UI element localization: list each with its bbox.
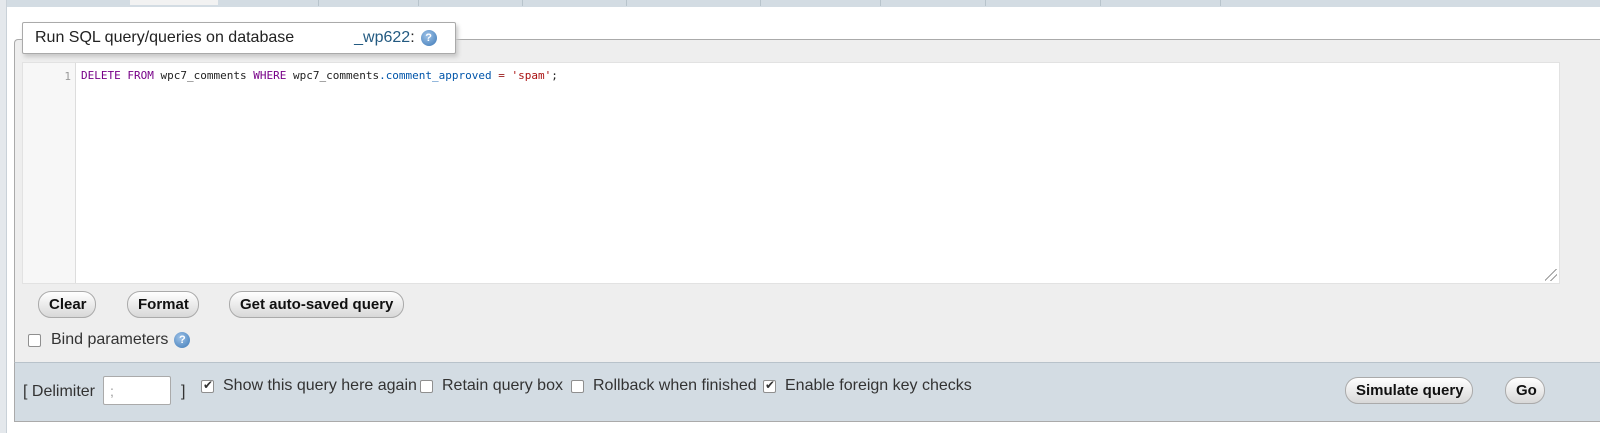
left-edge: [0, 0, 7, 433]
sql-column-name: comment_approved: [385, 69, 492, 82]
line-number-gutter: 1: [23, 63, 76, 283]
foreign-key-checks-checkbox[interactable]: [763, 378, 776, 393]
rollback-option[interactable]: Rollback when finished: [571, 377, 757, 395]
query-options-bar: [ Delimiter ] Show this query here again…: [14, 362, 1600, 422]
foreign-key-checks-label[interactable]: Enable foreign key checks: [785, 377, 972, 395]
tab-separator: [1100, 0, 1101, 6]
resize-grip-icon[interactable]: [1545, 269, 1557, 281]
active-tab-indicator: [130, 0, 218, 5]
sql-string-literal: 'spam': [511, 69, 552, 82]
get-auto-saved-query-button[interactable]: Get auto-saved query: [229, 291, 404, 318]
retain-query-box-option[interactable]: Retain query box: [420, 377, 563, 395]
rollback-label[interactable]: Rollback when finished: [593, 377, 757, 395]
sql-operator: =: [498, 69, 505, 82]
legend-title: Run SQL query/queries on database: [35, 29, 295, 46]
go-button[interactable]: Go: [1505, 377, 1545, 404]
sql-editor[interactable]: 1 DELETE FROM wpc7_comments WHERE wpc7_c…: [22, 62, 1560, 284]
sql-keyword: FROM: [127, 69, 154, 82]
bind-parameters-checkbox[interactable]: [28, 333, 41, 347]
sql-table-name: wpc7_comments: [160, 69, 247, 82]
show-query-option[interactable]: Show this query here again: [201, 377, 417, 395]
sql-keyword: WHERE: [253, 69, 287, 82]
bind-parameters-row: Bind parameters ?: [28, 330, 191, 350]
legend-colon: :: [410, 29, 415, 46]
tab-separator: [626, 0, 627, 6]
help-icon[interactable]: ?: [420, 30, 437, 46]
sql-keyword: DELETE: [81, 69, 121, 82]
clear-button[interactable]: Clear: [38, 291, 96, 318]
sql-table-qualifier: wpc7_comments: [292, 69, 380, 82]
show-query-checkbox[interactable]: [201, 378, 214, 393]
simulate-query-button[interactable]: Simulate query: [1345, 377, 1473, 404]
tab-separator: [418, 0, 419, 6]
retain-query-box-checkbox[interactable]: [420, 379, 433, 393]
foreign-key-checks-option[interactable]: Enable foreign key checks: [763, 377, 972, 395]
format-button[interactable]: Format: [127, 291, 199, 318]
database-name-link[interactable]: _wp622: [354, 29, 410, 47]
tab-separator: [880, 0, 881, 6]
help-icon[interactable]: ?: [174, 332, 191, 348]
delimiter-label-open: [ Delimiter: [23, 383, 96, 400]
tab-separator: [985, 0, 986, 6]
retain-query-box-label[interactable]: Retain query box: [442, 377, 563, 395]
sql-legend: Run SQL query/queries on database _wp622…: [22, 22, 456, 54]
show-query-label[interactable]: Show this query here again: [223, 377, 417, 395]
tab-separator: [1220, 0, 1221, 6]
delimiter-label-close: ]: [181, 383, 186, 400]
sql-semicolon: ;: [551, 69, 558, 82]
delimiter-input[interactable]: [103, 376, 171, 405]
tab-separator: [522, 0, 523, 6]
bind-parameters-label[interactable]: Bind parameters: [51, 331, 168, 349]
sql-dot: .: [379, 69, 386, 82]
line-number: 1: [64, 70, 71, 83]
sql-code-line[interactable]: DELETE FROM wpc7_comments WHERE wpc7_com…: [81, 69, 558, 82]
rollback-checkbox[interactable]: [571, 379, 584, 393]
tab-separator: [760, 0, 761, 6]
top-tab-bar: [0, 0, 1600, 7]
tab-separator: [318, 0, 319, 6]
